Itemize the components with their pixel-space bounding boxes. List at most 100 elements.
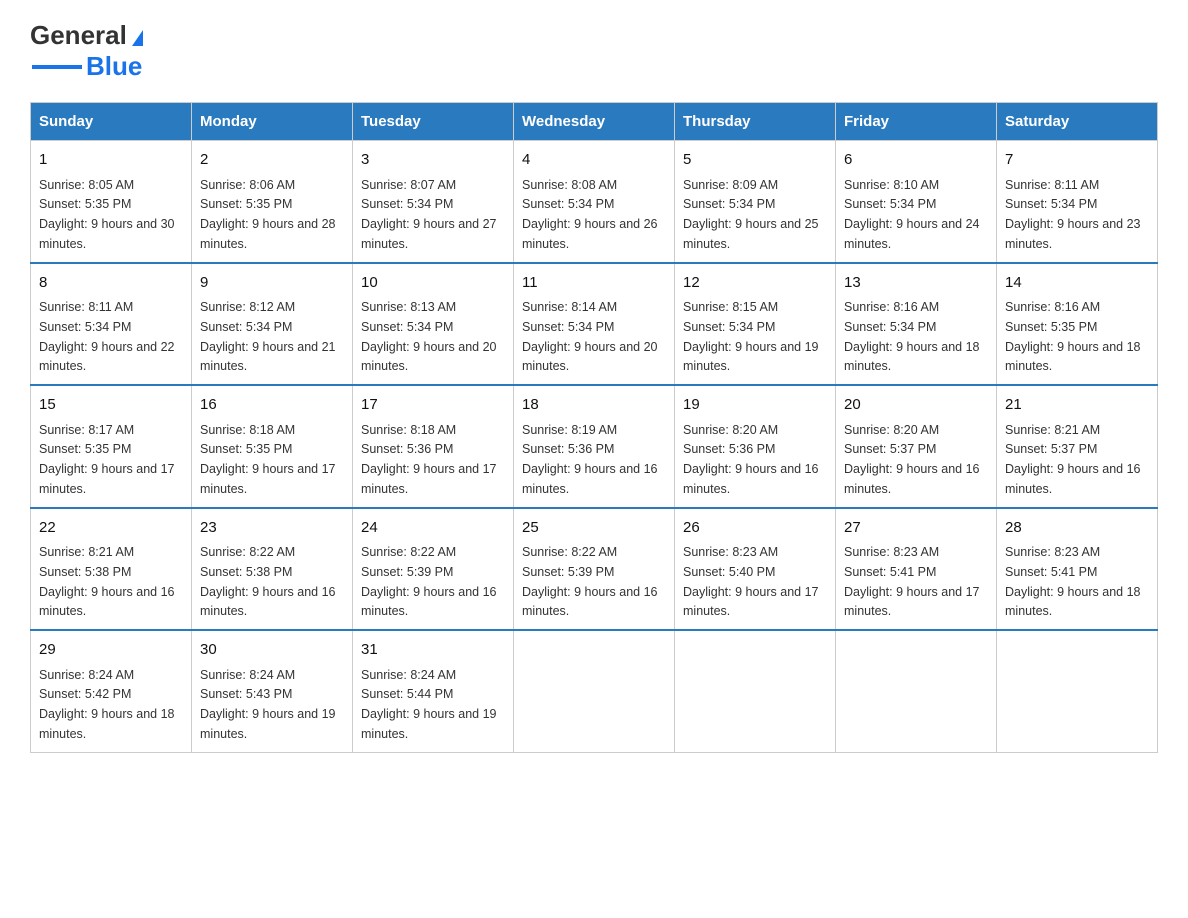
calendar-cell: 30 Sunrise: 8:24 AMSunset: 5:43 PMDayligh… xyxy=(192,630,353,752)
calendar-cell: 23 Sunrise: 8:22 AMSunset: 5:38 PMDayligh… xyxy=(192,508,353,631)
header-thursday: Thursday xyxy=(675,103,836,141)
day-number: 11 xyxy=(522,272,666,295)
day-info: Sunrise: 8:18 AMSunset: 5:36 PMDaylight:… xyxy=(361,423,497,496)
day-number: 17 xyxy=(361,394,505,417)
day-number: 31 xyxy=(361,639,505,662)
calendar-cell: 17 Sunrise: 8:18 AMSunset: 5:36 PMDayligh… xyxy=(353,385,514,508)
day-info: Sunrise: 8:23 AMSunset: 5:40 PMDaylight:… xyxy=(683,545,819,618)
day-info: Sunrise: 8:16 AMSunset: 5:34 PMDaylight:… xyxy=(844,300,980,373)
day-info: Sunrise: 8:16 AMSunset: 5:35 PMDaylight:… xyxy=(1005,300,1141,373)
calendar-week-row: 29Sunrise: 8:24 AMSunset: 5:42 PMDayligh… xyxy=(31,630,1158,752)
day-number: 27 xyxy=(844,517,988,540)
day-info: Sunrise: 8:22 AMSunset: 5:38 PMDaylight:… xyxy=(200,545,336,618)
day-number: 25 xyxy=(522,517,666,540)
day-info: Sunrise: 8:06 AMSunset: 5:35 PMDaylight:… xyxy=(200,178,336,251)
calendar-cell: 14 Sunrise: 8:16 AMSunset: 5:35 PMDayligh… xyxy=(997,263,1158,386)
day-number: 19 xyxy=(683,394,827,417)
calendar-cell: 15 Sunrise: 8:17 AMSunset: 5:35 PMDayligh… xyxy=(31,385,192,508)
day-number: 24 xyxy=(361,517,505,540)
logo: General Blue xyxy=(30,20,143,82)
day-info: Sunrise: 8:20 AMSunset: 5:37 PMDaylight:… xyxy=(844,423,980,496)
day-number: 2 xyxy=(200,149,344,172)
calendar-cell: 8Sunrise: 8:11 AMSunset: 5:34 PMDaylight… xyxy=(31,263,192,386)
day-number: 30 xyxy=(200,639,344,662)
calendar-cell: 25 Sunrise: 8:22 AMSunset: 5:39 PMDayligh… xyxy=(514,508,675,631)
day-info: Sunrise: 8:11 AMSunset: 5:34 PMDaylight:… xyxy=(1005,178,1141,251)
day-number: 9 xyxy=(200,272,344,295)
calendar-table: SundayMondayTuesdayWednesdayThursdayFrid… xyxy=(30,102,1158,753)
calendar-cell: 6 Sunrise: 8:10 AMSunset: 5:34 PMDaylight… xyxy=(836,141,997,263)
calendar-week-row: 1Sunrise: 8:05 AMSunset: 5:35 PMDaylight… xyxy=(31,141,1158,263)
calendar-cell: 11 Sunrise: 8:14 AMSunset: 5:34 PMDayligh… xyxy=(514,263,675,386)
day-number: 6 xyxy=(844,149,988,172)
calendar-cell: 20 Sunrise: 8:20 AMSunset: 5:37 PMDayligh… xyxy=(836,385,997,508)
day-number: 8 xyxy=(39,272,183,295)
day-number: 13 xyxy=(844,272,988,295)
day-info: Sunrise: 8:07 AMSunset: 5:34 PMDaylight:… xyxy=(361,178,497,251)
calendar-cell: 27Sunrise: 8:23 AMSunset: 5:41 PMDayligh… xyxy=(836,508,997,631)
day-number: 20 xyxy=(844,394,988,417)
calendar-cell: 13 Sunrise: 8:16 AMSunset: 5:34 PMDayligh… xyxy=(836,263,997,386)
calendar-cell: 9Sunrise: 8:12 AMSunset: 5:34 PMDaylight… xyxy=(192,263,353,386)
header-friday: Friday xyxy=(836,103,997,141)
day-info: Sunrise: 8:08 AMSunset: 5:34 PMDaylight:… xyxy=(522,178,658,251)
calendar-cell xyxy=(997,630,1158,752)
day-number: 23 xyxy=(200,517,344,540)
logo-text-blue: Blue xyxy=(86,51,142,82)
calendar-week-row: 8Sunrise: 8:11 AMSunset: 5:34 PMDaylight… xyxy=(31,263,1158,386)
day-info: Sunrise: 8:13 AMSunset: 5:34 PMDaylight:… xyxy=(361,300,497,373)
day-number: 15 xyxy=(39,394,183,417)
calendar-cell: 10 Sunrise: 8:13 AMSunset: 5:34 PMDayligh… xyxy=(353,263,514,386)
calendar-cell: 19 Sunrise: 8:20 AMSunset: 5:36 PMDayligh… xyxy=(675,385,836,508)
day-info: Sunrise: 8:21 AMSunset: 5:37 PMDaylight:… xyxy=(1005,423,1141,496)
day-number: 22 xyxy=(39,517,183,540)
calendar-cell: 29Sunrise: 8:24 AMSunset: 5:42 PMDayligh… xyxy=(31,630,192,752)
day-info: Sunrise: 8:10 AMSunset: 5:34 PMDaylight:… xyxy=(844,178,980,251)
calendar-cell: 31 Sunrise: 8:24 AMSunset: 5:44 PMDayligh… xyxy=(353,630,514,752)
calendar-cell: 3 Sunrise: 8:07 AMSunset: 5:34 PMDaylight… xyxy=(353,141,514,263)
day-info: Sunrise: 8:24 AMSunset: 5:43 PMDaylight:… xyxy=(200,668,336,741)
day-info: Sunrise: 8:09 AMSunset: 5:34 PMDaylight:… xyxy=(683,178,819,251)
day-number: 14 xyxy=(1005,272,1149,295)
header-monday: Monday xyxy=(192,103,353,141)
logo-triangle-icon xyxy=(132,30,143,46)
calendar-week-row: 15 Sunrise: 8:17 AMSunset: 5:35 PMDayligh… xyxy=(31,385,1158,508)
calendar-cell xyxy=(836,630,997,752)
day-number: 21 xyxy=(1005,394,1149,417)
day-number: 3 xyxy=(361,149,505,172)
logo-line xyxy=(32,65,82,69)
calendar-cell: 22 Sunrise: 8:21 AMSunset: 5:38 PMDayligh… xyxy=(31,508,192,631)
header-tuesday: Tuesday xyxy=(353,103,514,141)
day-info: Sunrise: 8:22 AMSunset: 5:39 PMDaylight:… xyxy=(361,545,497,618)
day-number: 1 xyxy=(39,149,183,172)
calendar-cell: 5 Sunrise: 8:09 AMSunset: 5:34 PMDaylight… xyxy=(675,141,836,263)
day-info: Sunrise: 8:20 AMSunset: 5:36 PMDaylight:… xyxy=(683,423,819,496)
day-number: 7 xyxy=(1005,149,1149,172)
calendar-cell: 1Sunrise: 8:05 AMSunset: 5:35 PMDaylight… xyxy=(31,141,192,263)
header-wednesday: Wednesday xyxy=(514,103,675,141)
day-info: Sunrise: 8:18 AMSunset: 5:35 PMDaylight:… xyxy=(200,423,336,496)
calendar-cell: 7 Sunrise: 8:11 AMSunset: 5:34 PMDaylight… xyxy=(997,141,1158,263)
day-info: Sunrise: 8:14 AMSunset: 5:34 PMDaylight:… xyxy=(522,300,658,373)
calendar-cell xyxy=(514,630,675,752)
day-number: 28 xyxy=(1005,517,1149,540)
day-info: Sunrise: 8:24 AMSunset: 5:42 PMDaylight:… xyxy=(39,668,175,741)
day-number: 10 xyxy=(361,272,505,295)
calendar-cell: 21 Sunrise: 8:21 AMSunset: 5:37 PMDayligh… xyxy=(997,385,1158,508)
day-number: 16 xyxy=(200,394,344,417)
day-info: Sunrise: 8:24 AMSunset: 5:44 PMDaylight:… xyxy=(361,668,497,741)
logo-text-general: General xyxy=(30,20,127,51)
calendar-header-row: SundayMondayTuesdayWednesdayThursdayFrid… xyxy=(31,103,1158,141)
calendar-cell xyxy=(675,630,836,752)
calendar-cell: 18Sunrise: 8:19 AMSunset: 5:36 PMDayligh… xyxy=(514,385,675,508)
page-header: General Blue xyxy=(30,20,1158,82)
day-info: Sunrise: 8:21 AMSunset: 5:38 PMDaylight:… xyxy=(39,545,175,618)
day-number: 4 xyxy=(522,149,666,172)
day-info: Sunrise: 8:22 AMSunset: 5:39 PMDaylight:… xyxy=(522,545,658,618)
day-number: 12 xyxy=(683,272,827,295)
day-info: Sunrise: 8:17 AMSunset: 5:35 PMDaylight:… xyxy=(39,423,175,496)
header-saturday: Saturday xyxy=(997,103,1158,141)
day-number: 18 xyxy=(522,394,666,417)
day-number: 5 xyxy=(683,149,827,172)
calendar-week-row: 22 Sunrise: 8:21 AMSunset: 5:38 PMDayligh… xyxy=(31,508,1158,631)
